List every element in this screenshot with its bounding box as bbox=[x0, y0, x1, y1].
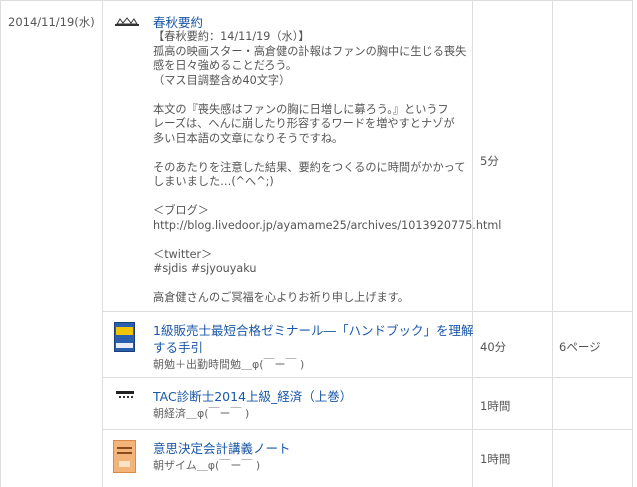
study-time: 1時間 bbox=[480, 399, 511, 413]
description-line: （マス目調整含め40文字） bbox=[153, 73, 291, 87]
study-time: 1時間 bbox=[480, 452, 511, 466]
book-subtitle: 朝ザイム＿φ(￣ー￣ ) bbox=[153, 459, 261, 472]
description-line: 本文の『喪失感はファンの胸に日増しに募ろう。』というフ bbox=[153, 102, 449, 116]
book-cover-icon[interactable] bbox=[113, 440, 136, 473]
book-title-link[interactable]: 春秋要約 bbox=[153, 14, 203, 31]
description-gap bbox=[153, 146, 473, 161]
description-line: レーズは、へんに崩したり形容するワードを増やすとナゾが bbox=[153, 117, 455, 130]
study-time: 40分 bbox=[480, 340, 507, 354]
description-line: しまいました…(^へ^;) bbox=[153, 175, 274, 188]
description-line: 多い日本語の文章になりそうですね。 bbox=[153, 131, 344, 145]
book-description: 【春秋要約：14/11/19（水）】 孤高の映画スター・高倉健の訃報はファンの胸中… bbox=[153, 30, 502, 306]
study-time: 5分 bbox=[480, 154, 499, 168]
book-cover-icon[interactable] bbox=[114, 322, 135, 352]
column-divider-pages bbox=[552, 0, 553, 487]
table-border-right bbox=[632, 0, 633, 487]
table-border-left bbox=[0, 0, 1, 487]
book-title-link[interactable]: TAC診断士2014上級_経済（上巻） bbox=[153, 388, 352, 405]
study-pages: 6ページ bbox=[559, 340, 601, 354]
row-divider bbox=[102, 377, 633, 378]
book-subtitle: 朝勉＋出勤時間勉＿φ(￣ー￣ ) bbox=[153, 358, 305, 371]
book-cover-icon[interactable] bbox=[116, 391, 134, 403]
description-line: 感を日々強めることだろう。 bbox=[153, 59, 298, 72]
description-gap bbox=[153, 88, 473, 103]
description-line: 【春秋要約：14/11/19（水）】 bbox=[153, 30, 310, 43]
description-line: 孤高の映画スター・高倉健の訃報はファンの胸中に生じる喪失 bbox=[153, 44, 467, 58]
description-line: そのあたりを注意した結果、要約をつくるのに時間がかかって bbox=[153, 160, 466, 174]
description-line: ＜twitter＞ bbox=[153, 247, 213, 261]
description-gap bbox=[153, 277, 473, 292]
description-gap bbox=[153, 190, 473, 205]
book-title-link[interactable]: する手引 bbox=[153, 339, 203, 356]
date-cell: 2014/11/19(水) bbox=[8, 15, 95, 29]
book-title-link[interactable]: 意思決定会計講義ノート bbox=[153, 440, 291, 457]
description-line: ＜ブログ＞ bbox=[153, 204, 209, 217]
description-line: 高倉健さんのご冥福を心よりお祈り申し上げます。 bbox=[153, 291, 409, 304]
description-line: #sjdis #sjyouyaku bbox=[153, 262, 257, 275]
row-divider bbox=[102, 429, 633, 430]
book-subtitle: 朝経済＿φ(￣ー￣ ) bbox=[153, 407, 250, 420]
book-cover-icon[interactable] bbox=[115, 17, 139, 27]
book-title-link[interactable]: 1級販売士最短合格ゼミナール―「ハンドブック」を理解 bbox=[153, 322, 473, 339]
column-divider-date bbox=[102, 0, 103, 487]
table-border-top bbox=[0, 0, 633, 1]
description-gap bbox=[153, 233, 473, 248]
row-divider bbox=[102, 311, 633, 312]
description-line: http://blog.livedoor.jp/ayamame25/archiv… bbox=[153, 218, 502, 232]
